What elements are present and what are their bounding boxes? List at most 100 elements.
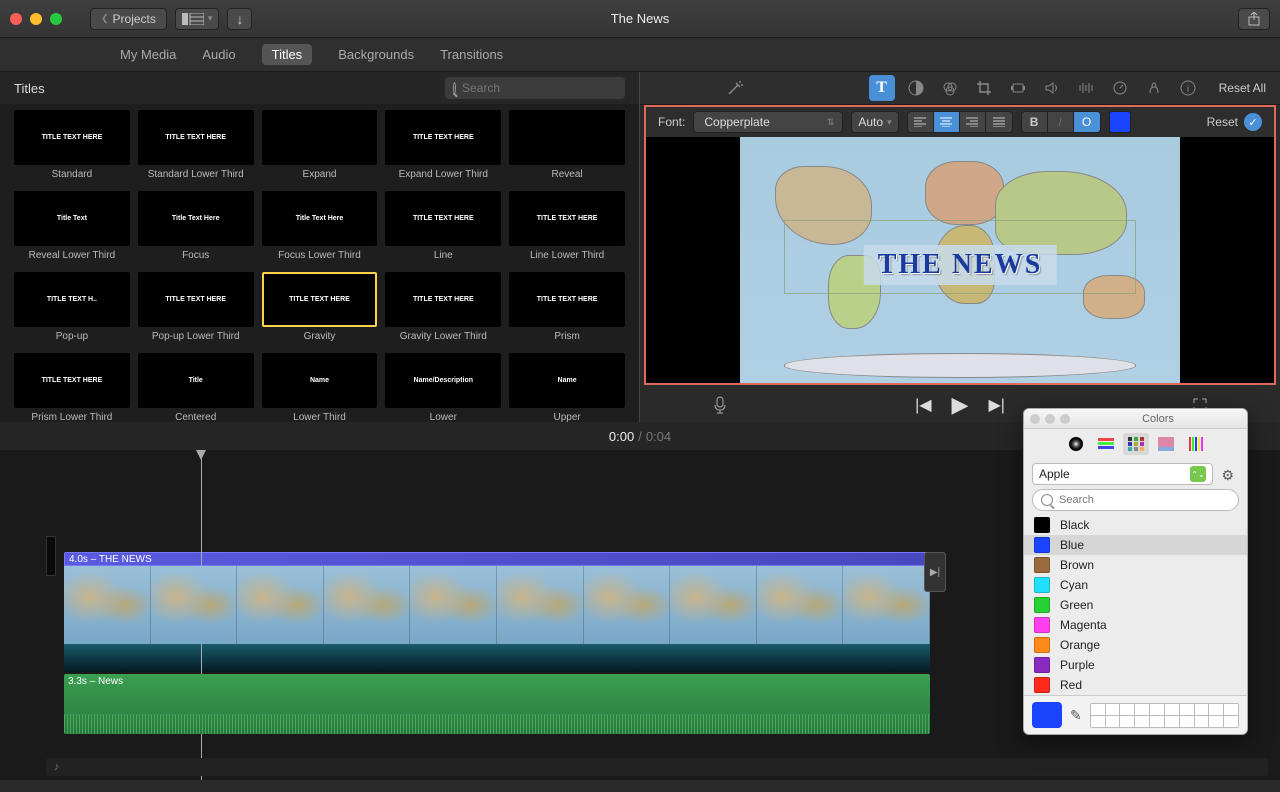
title-item[interactable]: TITLE TEXT HEREGravity — [262, 272, 378, 343]
color-palettes-tab[interactable] — [1123, 433, 1149, 455]
title-clip[interactable]: 4.0s – THE NEWS — [64, 552, 930, 566]
search-input[interactable] — [462, 81, 617, 95]
text-inspector-icon[interactable]: T — [869, 75, 895, 101]
transition-handle[interactable]: ▶| — [924, 552, 946, 592]
color-row[interactable]: Magenta — [1024, 615, 1247, 635]
color-search[interactable] — [1032, 489, 1239, 511]
image-palettes-tab[interactable] — [1153, 433, 1179, 455]
crop-icon[interactable] — [971, 75, 997, 101]
title-item[interactable]: TITLE TEXT HEREPrism — [509, 272, 625, 343]
apply-check-icon[interactable]: ✓ — [1244, 113, 1262, 131]
title-item[interactable]: NameUpper — [509, 353, 625, 422]
info-icon[interactable]: i — [1175, 75, 1201, 101]
background-music-track[interactable]: ♪ — [46, 758, 1268, 776]
align-justify-icon[interactable] — [986, 112, 1012, 132]
italic-button[interactable]: I — [1048, 112, 1074, 132]
reset-button[interactable]: Reset — [1207, 115, 1238, 129]
video-clip[interactable] — [64, 566, 930, 644]
color-balance-icon[interactable] — [903, 75, 929, 101]
title-thumb: Name — [509, 353, 625, 408]
title-item[interactable]: TITLE TEXT HEREGravity Lower Third — [385, 272, 501, 343]
title-item[interactable]: TITLE TEXT HEREPrism Lower Third — [14, 353, 130, 422]
audio-clip[interactable]: 3.3s – News — [64, 674, 930, 734]
tab-my-media[interactable]: My Media — [120, 47, 176, 62]
close-window[interactable] — [10, 13, 22, 25]
title-item[interactable]: TITLE TEXT HERELine — [385, 191, 501, 262]
tab-backgrounds[interactable]: Backgrounds — [338, 47, 414, 62]
zoom-window[interactable] — [50, 13, 62, 25]
eyedropper-icon[interactable]: ✎ — [1070, 707, 1082, 724]
colors-titlebar: Colors — [1024, 409, 1247, 429]
noise-reduction-icon[interactable] — [1073, 75, 1099, 101]
palette-select[interactable]: Apple ⌃⌄ ⚙ — [1032, 463, 1213, 485]
title-item[interactable]: TITLE TEXT HERELine Lower Third — [509, 191, 625, 262]
font-select[interactable]: Copperplate ⇅ — [693, 111, 843, 133]
title-item[interactable]: TITLE TEXT HEREPop-up Lower Third — [138, 272, 254, 343]
projects-button[interactable]: ❮ Projects — [90, 8, 167, 30]
align-right-icon[interactable] — [960, 112, 986, 132]
text-color-swatch[interactable] — [1109, 111, 1131, 133]
speed-icon[interactable] — [1107, 75, 1133, 101]
voiceover-icon[interactable] — [712, 395, 728, 415]
title-item[interactable]: TITLE TEXT HEREExpand Lower Third — [385, 110, 501, 181]
tab-titles[interactable]: Titles — [262, 44, 313, 65]
color-row[interactable]: Orange — [1024, 635, 1247, 655]
color-row[interactable]: Blue — [1024, 535, 1247, 555]
pencils-tab[interactable] — [1183, 433, 1209, 455]
gap-clip[interactable] — [46, 536, 56, 576]
color-slots[interactable] — [1090, 703, 1239, 728]
volume-icon[interactable] — [1039, 75, 1065, 101]
share-button[interactable] — [1238, 8, 1270, 30]
color-row[interactable]: Brown — [1024, 555, 1247, 575]
library-view-button[interactable]: ▾ — [175, 8, 220, 30]
title-item[interactable]: NameLower Third — [262, 353, 378, 422]
title-item[interactable]: TITLE TEXT HEREStandard — [14, 110, 130, 181]
gear-icon[interactable]: ⚙ — [1221, 467, 1234, 484]
current-color-swatch[interactable] — [1032, 702, 1062, 728]
colors-panel[interactable]: Colors Apple ⌃⌄ ⚙ BlackBlueBrownCyanGree… — [1023, 408, 1248, 735]
enhance-icon[interactable] — [722, 75, 748, 101]
bold-button[interactable]: B — [1022, 112, 1048, 132]
panel-min[interactable] — [1045, 414, 1055, 424]
color-row[interactable]: Purple — [1024, 655, 1247, 675]
next-button[interactable]: ▶| — [988, 395, 1004, 415]
tab-audio[interactable]: Audio — [202, 47, 235, 62]
color-row[interactable]: Green — [1024, 595, 1247, 615]
color-row[interactable]: Cyan — [1024, 575, 1247, 595]
color-row[interactable]: Black — [1024, 515, 1247, 535]
minimize-window[interactable] — [30, 13, 42, 25]
title-item[interactable]: Title Text HereFocus Lower Third — [262, 191, 378, 262]
title-thumb: TITLE TEXT HERE — [14, 110, 130, 165]
preview-title-text[interactable]: THE NEWS — [864, 245, 1057, 285]
tab-transitions[interactable]: Transitions — [440, 47, 503, 62]
title-item[interactable]: TITLE TEXT H..Pop-up — [14, 272, 130, 343]
prev-button[interactable]: |◀ — [915, 395, 931, 415]
stabilize-icon[interactable] — [1005, 75, 1031, 101]
title-item[interactable]: TITLE TEXT HEREStandard Lower Third — [138, 110, 254, 181]
title-item[interactable]: Title TextReveal Lower Third — [14, 191, 130, 262]
color-row[interactable]: Red — [1024, 675, 1247, 695]
outline-button[interactable]: O — [1074, 112, 1100, 132]
title-item[interactable]: Name/DescriptionLower — [385, 353, 501, 422]
import-button[interactable]: ↓ — [227, 8, 252, 30]
color-swatch — [1034, 617, 1050, 633]
effects-icon[interactable] — [1141, 75, 1167, 101]
play-button[interactable]: ▶ — [952, 392, 969, 418]
title-item[interactable]: TitleCentered — [138, 353, 254, 422]
video-clip-audio[interactable] — [64, 644, 930, 672]
panel-zoom[interactable] — [1060, 414, 1070, 424]
panel-close[interactable] — [1030, 414, 1040, 424]
color-wheel-tab[interactable] — [1063, 433, 1089, 455]
title-item[interactable]: Title Text HereFocus — [138, 191, 254, 262]
color-correction-icon[interactable] — [937, 75, 963, 101]
font-size-select[interactable]: Auto ▾ — [851, 111, 898, 133]
align-left-icon[interactable] — [908, 112, 934, 132]
reset-all-button[interactable]: Reset All — [1219, 81, 1266, 95]
title-item[interactable]: Expand — [262, 110, 378, 181]
color-search-input[interactable] — [1059, 494, 1230, 506]
search-input-wrap[interactable] — [445, 77, 625, 99]
preview-viewer[interactable]: THE NEWS — [644, 137, 1276, 385]
title-item[interactable]: Reveal — [509, 110, 625, 181]
align-center-icon[interactable] — [934, 112, 960, 132]
color-sliders-tab[interactable] — [1093, 433, 1119, 455]
